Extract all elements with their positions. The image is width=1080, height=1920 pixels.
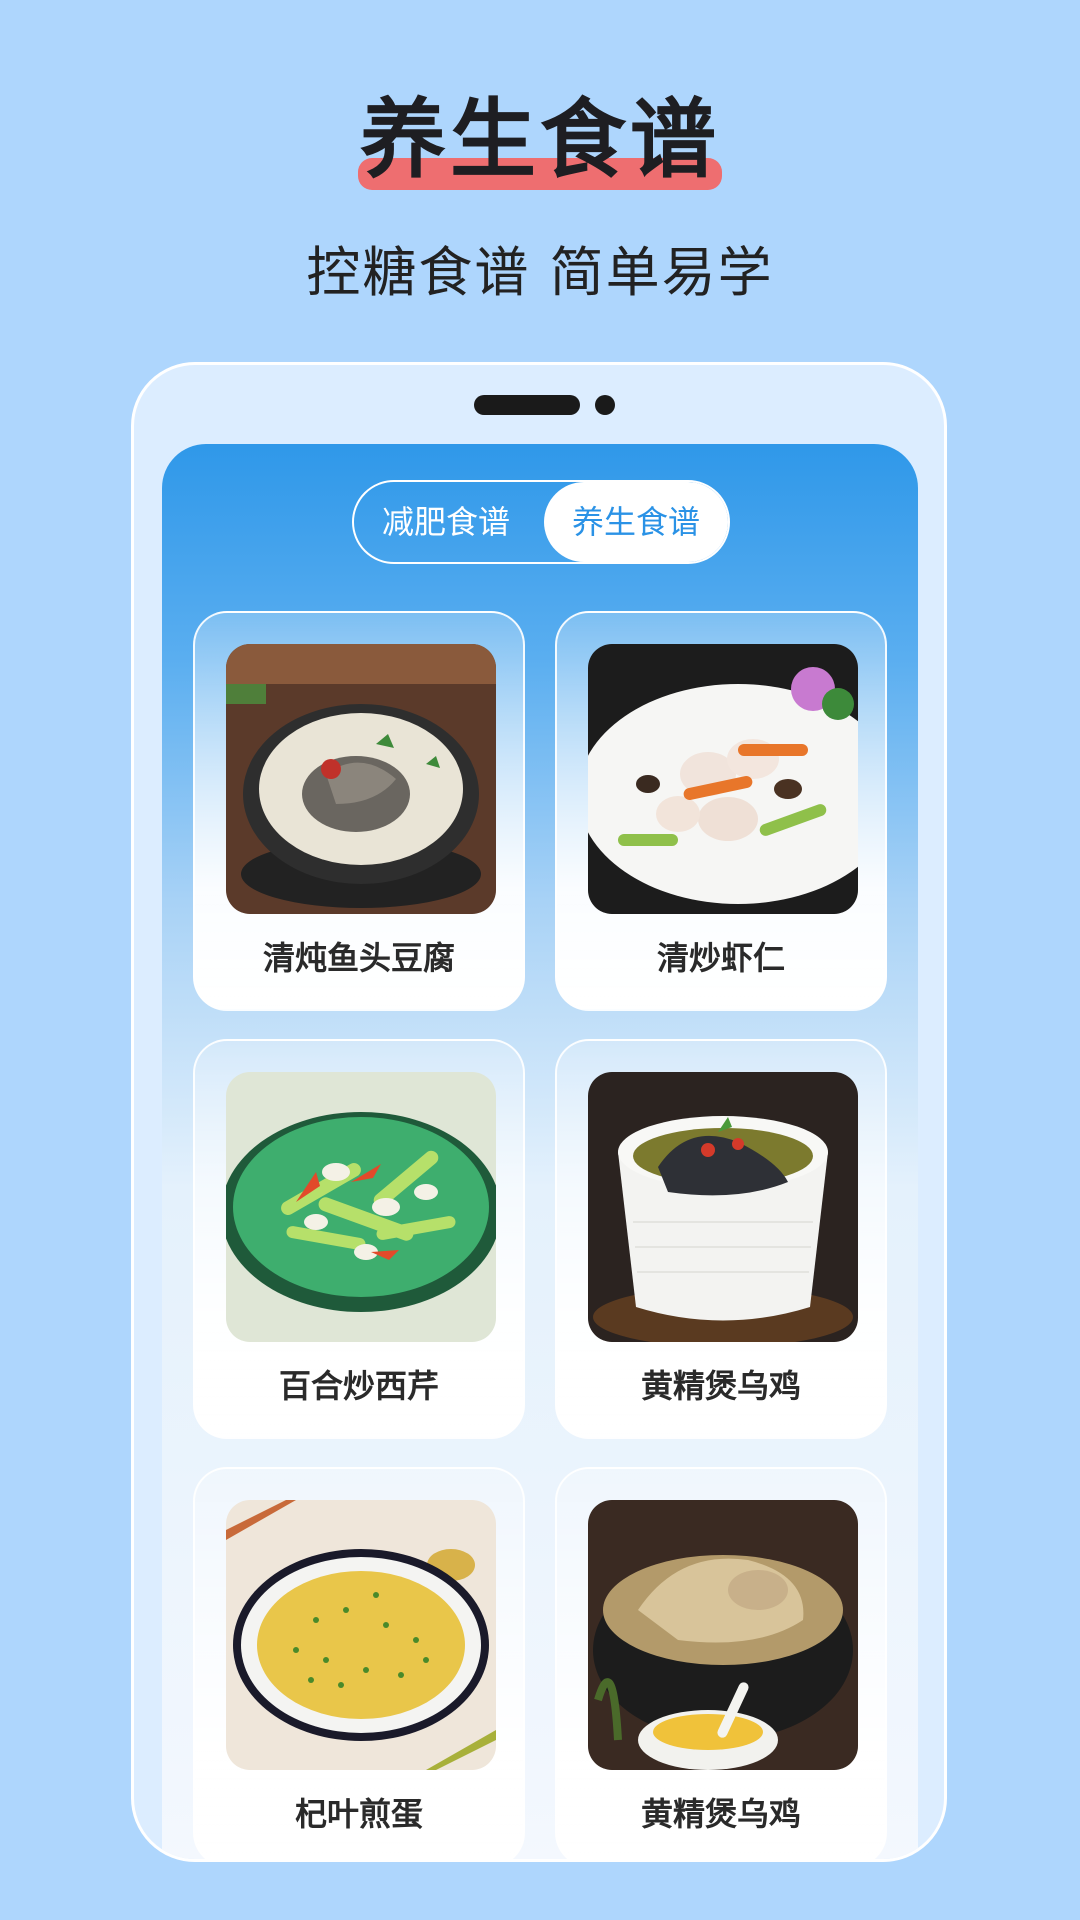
tab-weight-loss-recipes[interactable]: 减肥食谱 [354, 482, 538, 562]
speaker-notch [474, 395, 580, 415]
tab-health-recipes[interactable]: 养生食谱 [544, 482, 728, 562]
omelette-photo [226, 1500, 496, 1770]
recipe-name: 黄精煲乌鸡 [640, 1367, 801, 1405]
headline: 养生食谱 [0, 89, 1080, 190]
recipe-name: 黄精煲乌鸡 [640, 1795, 801, 1833]
recipe-card[interactable]: 清炒虾仁 [555, 611, 887, 1011]
recipe-card[interactable]: 黄精煲乌鸡 [555, 1467, 887, 1859]
fish-head-tofu-photo [226, 644, 496, 914]
title-wrap: 养生食谱 [358, 89, 722, 190]
recipe-name: 百合炒西芹 [278, 1367, 439, 1405]
recipe-name: 清炖鱼头豆腐 [262, 939, 455, 977]
recipe-card[interactable]: 杞叶煎蛋 [193, 1467, 525, 1859]
app-screen: 减肥食谱 养生食谱 清炖鱼头豆腐 清炒虾仁 百合炒西芹 黄精煲乌鸡 杞叶煎蛋 黄… [162, 444, 918, 1859]
recipe-tabs: 减肥食谱 养生食谱 [352, 480, 730, 564]
chicken-pot-photo [588, 1500, 858, 1770]
recipe-card[interactable]: 清炖鱼头豆腐 [193, 611, 525, 1011]
shrimp-photo [588, 644, 858, 914]
page-subtitle: 控糖食谱 简单易学 [306, 241, 774, 304]
recipe-name: 杞叶煎蛋 [294, 1795, 423, 1833]
lily-celery-photo [226, 1072, 496, 1342]
recipe-card[interactable]: 黄精煲乌鸡 [555, 1039, 887, 1439]
phone-mockup: 减肥食谱 养生食谱 清炖鱼头豆腐 清炒虾仁 百合炒西芹 黄精煲乌鸡 杞叶煎蛋 黄… [131, 362, 947, 1862]
camera-dot [595, 395, 615, 415]
recipe-card[interactable]: 百合炒西芹 [193, 1039, 525, 1439]
page-title: 养生食谱 [360, 89, 720, 190]
black-chicken-soup-photo [588, 1072, 858, 1342]
recipe-name: 清炒虾仁 [656, 939, 785, 977]
